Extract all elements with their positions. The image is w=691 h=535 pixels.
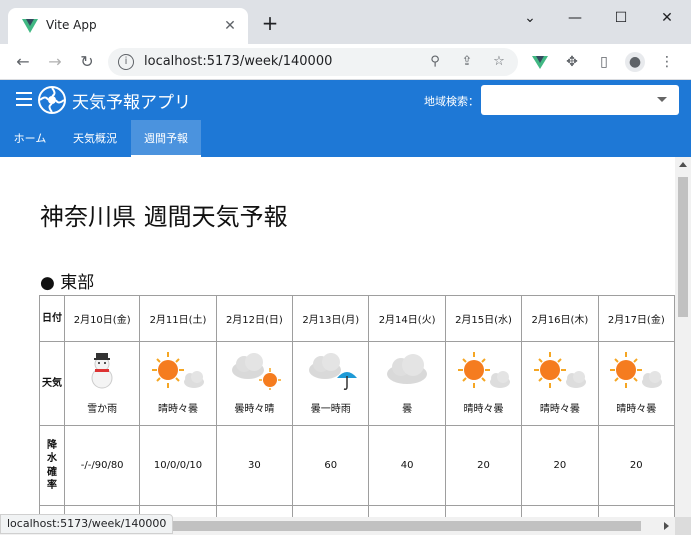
weather-cell: 晴時々曇: [597, 341, 675, 426]
extensions-puzzle-icon[interactable]: ✥: [562, 52, 582, 72]
row-label-weather: 天気: [39, 341, 65, 426]
date-row: 日付 2月10日(金) 2月11日(土) 2月12日(日) 2月13日(月) 2…: [39, 295, 675, 342]
scroll-right-icon[interactable]: [664, 522, 669, 530]
weather-cell: 曇時々晴: [215, 341, 294, 426]
site-info-icon[interactable]: i: [118, 54, 134, 70]
next-cell: [292, 505, 370, 517]
cloud-sun-icon: [232, 353, 282, 390]
sun-cloud-icon: [610, 352, 663, 388]
scroll-up-icon[interactable]: [679, 162, 687, 167]
row-label-date: 日付: [39, 295, 65, 342]
nav-weather-overview[interactable]: 天気概況: [60, 120, 130, 157]
pop-cell: 30: [215, 425, 294, 506]
browser-tab-strip: Vite App ✕ + ⌄ — ☐ ✕: [0, 0, 691, 44]
next-cell: [597, 505, 675, 517]
weather-row: 天気 雪か雨 晴時々曇 曇時々晴 曇一時雨 曇 晴時々曇 晴時々曇 晴時々曇: [39, 341, 675, 426]
weather-cell: 曇一時雨: [292, 341, 370, 426]
date-cell: 2月12日(日): [215, 295, 294, 342]
page-title: 神奈川県 週間天気予報: [40, 203, 288, 231]
sun-cloud-icon: [533, 352, 586, 388]
next-cell: [521, 505, 599, 517]
nav-weekly-forecast[interactable]: 週間予報: [131, 120, 201, 157]
app-nav: ホーム 天気概況 週間予報: [0, 120, 691, 157]
date-cell: 2月15日(水): [444, 295, 523, 342]
cloud-umbrella-icon: [308, 353, 357, 390]
date-cell: 2月11日(土): [139, 295, 217, 342]
pop-cell: 40: [368, 425, 446, 506]
sun-cloud-icon: [457, 352, 510, 388]
vertical-scroll-thumb[interactable]: [678, 177, 688, 317]
weather-text: 晴時々曇: [616, 404, 657, 415]
vertical-scrollbar[interactable]: [675, 157, 691, 517]
pop-row: 降水確率 -/-/90/80 10/0/0/10 30 60 40 20 20 …: [39, 425, 675, 506]
weather-text: 雪か雨: [87, 404, 118, 415]
weather-cell: 雪か雨: [63, 341, 141, 426]
vue-devtools-extension-icon[interactable]: [530, 52, 550, 72]
hamburger-menu-icon[interactable]: [16, 92, 32, 106]
share-icon[interactable]: ⇪: [458, 53, 476, 71]
browser-toolbar: ← → ↻ i localhost:5173/week/140000 ⚲ ⇪ ☆…: [0, 44, 691, 80]
profile-avatar-icon[interactable]: ●: [625, 52, 645, 72]
weather-cell: 晴時々曇: [139, 341, 217, 426]
app-logo-icon: [38, 86, 66, 114]
cloud-icon: [387, 354, 428, 384]
app-header: 天気予報アプリ 地域検索：: [0, 80, 691, 120]
tab-close-icon[interactable]: ✕: [220, 16, 240, 36]
weather-cell: 晴時々曇: [521, 341, 599, 426]
forward-icon[interactable]: →: [44, 51, 66, 73]
page-content: 神奈川県 週間天気予報 ● 東部 日付 2月10日(金) 2月11日(土) 2月…: [0, 157, 675, 517]
tab-title: Vite App: [46, 18, 97, 32]
zoom-icon[interactable]: ⚲: [426, 53, 444, 71]
weather-cell: 曇: [368, 341, 446, 426]
window-close-icon[interactable]: ✕: [652, 8, 682, 28]
address-bar[interactable]: i localhost:5173/week/140000 ⚲ ⇪ ☆: [108, 48, 518, 76]
weather-cell: 晴時々曇: [444, 341, 523, 426]
weather-text: 晴時々曇: [539, 404, 580, 415]
next-cell: [368, 505, 446, 517]
browser-menu-icon[interactable]: ⋮: [657, 52, 677, 72]
nav-home[interactable]: ホーム: [0, 120, 60, 157]
date-cell: 2月10日(金): [63, 295, 141, 342]
row-label-pop-text: 降水確率: [46, 439, 57, 492]
sun-cloud-icon: [152, 352, 205, 388]
next-cell: [444, 505, 523, 517]
snowman-icon: [91, 353, 113, 389]
row-label-pop: 降水確率: [39, 425, 65, 506]
side-panel-icon[interactable]: ▯: [594, 52, 614, 72]
date-cell: 2月16日(木): [521, 295, 599, 342]
next-cell: [215, 505, 294, 517]
browser-tab[interactable]: Vite App ✕: [8, 8, 248, 44]
dropdown-caret-icon: [657, 97, 667, 102]
status-bar-url: localhost:5173/week/140000: [0, 514, 174, 534]
tab-search-chevron-icon[interactable]: ⌄: [515, 8, 545, 28]
address-url[interactable]: localhost:5173/week/140000: [144, 54, 332, 69]
date-cell: 2月14日(火): [368, 295, 446, 342]
pop-cell: 20: [521, 425, 599, 506]
region-search-select[interactable]: [481, 85, 679, 115]
weather-text: 曇一時雨: [310, 404, 351, 415]
reload-icon[interactable]: ↻: [76, 51, 98, 73]
pop-cell: 60: [292, 425, 370, 506]
weather-text: 晴時々曇: [463, 404, 504, 415]
new-tab-icon[interactable]: +: [260, 13, 280, 34]
region-search-label: 地域検索：: [424, 95, 479, 108]
pop-cell: 10/0/0/10: [139, 425, 217, 506]
date-cell: 2月13日(月): [292, 295, 370, 342]
app-title[interactable]: 天気予報アプリ: [72, 88, 191, 113]
minimize-icon[interactable]: —: [560, 8, 590, 28]
maximize-icon[interactable]: ☐: [606, 8, 636, 28]
weather-text: 曇: [402, 404, 413, 415]
bookmark-star-icon[interactable]: ☆: [490, 53, 508, 71]
vite-vue-icon: [22, 19, 38, 33]
scrollbar-corner: [675, 517, 691, 535]
back-icon[interactable]: ←: [12, 51, 34, 73]
weather-text: 曇時々晴: [234, 404, 275, 415]
pop-cell: 20: [444, 425, 523, 506]
weekly-forecast-table: 日付 2月10日(金) 2月11日(土) 2月12日(日) 2月13日(月) 2…: [39, 295, 675, 517]
pop-cell: -/-/90/80: [63, 425, 141, 506]
section-title: ● 東部: [40, 273, 95, 293]
pop-cell: 20: [597, 425, 675, 506]
weather-text: 晴時々曇: [158, 404, 199, 415]
date-cell: 2月17日(金): [597, 295, 675, 342]
